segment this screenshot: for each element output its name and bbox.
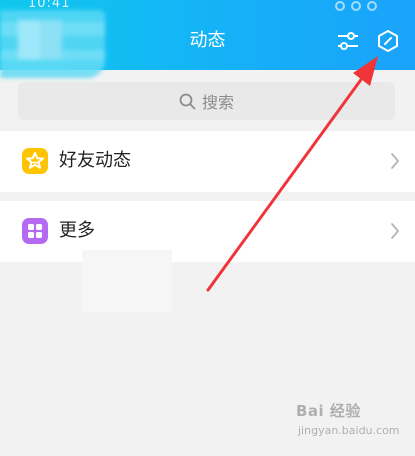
list-item-more[interactable]: 更多 xyxy=(0,201,415,262)
grid-icon xyxy=(22,218,48,244)
chevron-right-icon xyxy=(390,222,400,240)
filter-settings-icon[interactable] xyxy=(336,29,360,53)
header-bar: 10:41 动态 xyxy=(0,0,415,78)
search-icon xyxy=(179,93,196,110)
list-item-friend-updates[interactable]: 好友动态 xyxy=(0,131,415,192)
list-item-label: 好友动态 xyxy=(59,150,131,171)
search-bar[interactable]: 搜索 xyxy=(18,82,395,120)
star-icon xyxy=(22,148,48,174)
search-placeholder: 搜索 xyxy=(201,93,234,112)
watermark-url: jingyan.baidu.com xyxy=(298,424,400,437)
watermark: Bai 经验 jingyan.baidu.com xyxy=(296,400,406,452)
faded-background-block xyxy=(82,250,172,312)
chevron-right-icon xyxy=(390,152,400,170)
status-icons xyxy=(335,0,397,11)
list-item-label: 更多 xyxy=(59,220,95,241)
hexagon-settings-icon[interactable] xyxy=(376,29,400,53)
watermark-logo: Bai 经验 xyxy=(296,402,361,420)
